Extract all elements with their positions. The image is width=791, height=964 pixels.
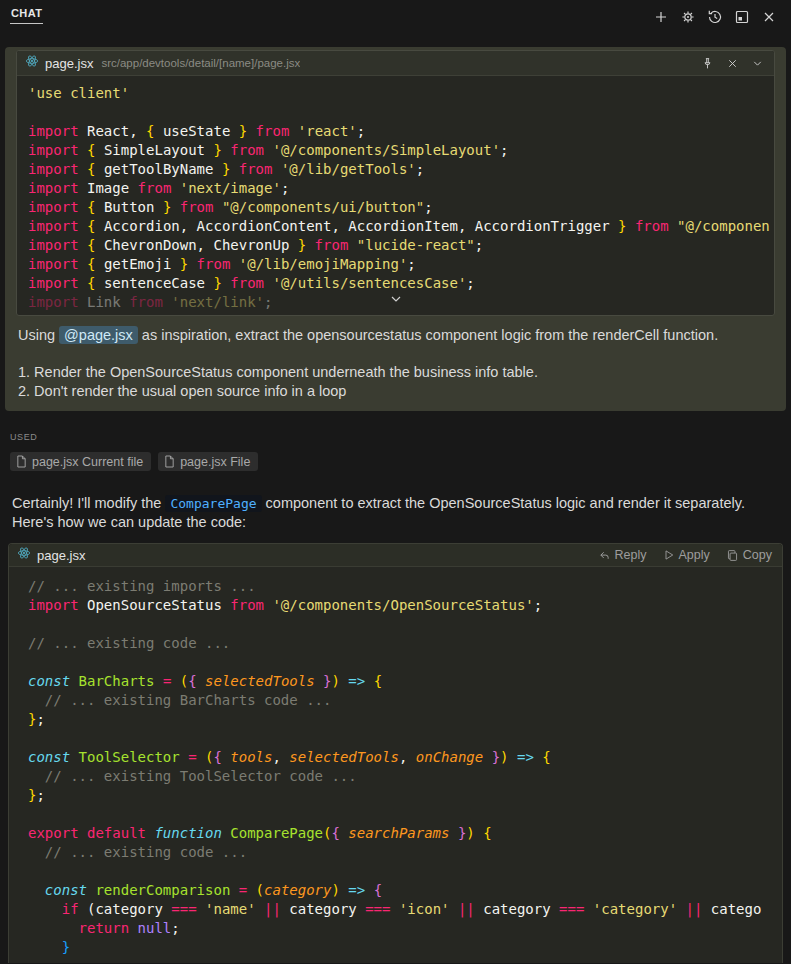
- code-line: import OpenSourceStatus from '@/componen…: [28, 596, 782, 615]
- gear-icon[interactable]: [679, 8, 696, 25]
- code-line: }: [28, 938, 782, 957]
- used-section: USED page.jsx Current file page.jsx File: [10, 432, 781, 471]
- code-chip[interactable]: ComparePage: [165, 495, 261, 512]
- list-item: 1. Render the OpenSourceStatus component…: [18, 363, 773, 382]
- close-icon[interactable]: [724, 55, 741, 72]
- panel-actions: [652, 0, 777, 25]
- user-message-list: 1. Render the OpenSourceStatus component…: [18, 363, 773, 401]
- code-line: // ... existing code ...: [28, 843, 782, 862]
- code-line: };: [28, 786, 782, 805]
- code-line: return null;: [28, 919, 782, 938]
- assistant-message-text: Certainly! I'll modify the ComparePage c…: [12, 494, 769, 532]
- code-line: // ... existing BarCharts code ...: [28, 691, 782, 710]
- chevron-down-icon[interactable]: [749, 55, 766, 72]
- code-line: [28, 729, 782, 748]
- react-icon: [25, 54, 39, 72]
- code-line: export default function ComparePage({ se…: [28, 824, 782, 843]
- pinned-file-code: 'use client' import React, { useState } …: [17, 76, 774, 315]
- code-line: [28, 615, 782, 634]
- pin-icon[interactable]: [699, 55, 716, 72]
- code-line: import React, { useState } from 'react';: [28, 122, 774, 141]
- code-line: import { SimpleLayout } from '@/componen…: [28, 141, 774, 160]
- react-icon: [17, 546, 31, 564]
- used-chip-file[interactable]: page.jsx File: [158, 452, 258, 471]
- code-line: [28, 862, 782, 881]
- text-segment: as inspiration, extract the opensourcest…: [138, 327, 718, 343]
- code-line: import { Button } from "@/components/ui/…: [28, 198, 774, 217]
- copy-button[interactable]: Copy: [726, 548, 772, 562]
- code-line: if (category === 'name' || category === …: [28, 900, 782, 919]
- file-icon: [164, 455, 175, 468]
- code-line: };: [28, 710, 782, 729]
- tab-chat[interactable]: CHAT: [10, 0, 43, 24]
- history-icon[interactable]: [706, 8, 723, 25]
- file-icon: [16, 455, 27, 468]
- code-line: const renderComparison = (category) => {: [28, 881, 782, 900]
- code-line: import Link from 'next/link';: [28, 293, 774, 312]
- pinned-file-header[interactable]: page.jsx src/app/devtools/detail/[name]/…: [17, 51, 774, 76]
- code-line: const BarCharts = ({ selectedTools }) =>…: [28, 672, 782, 691]
- apply-button[interactable]: Apply: [663, 548, 710, 562]
- pinned-file-name: page.jsx: [45, 56, 93, 71]
- code-line: import { getToolByName } from '@/lib/get…: [28, 160, 774, 179]
- plus-icon[interactable]: [652, 8, 669, 25]
- panel-header: CHAT: [0, 0, 791, 42]
- response-code-block: page.jsx Reply Apply Copy: [8, 543, 783, 963]
- response-code-body: // ... existing imports ...import OpenSo…: [9, 567, 782, 963]
- response-file-name: page.jsx: [37, 548, 85, 563]
- code-line: [28, 653, 782, 672]
- used-label: USED: [10, 432, 781, 442]
- code-line: import Image from 'next/image';: [28, 179, 774, 198]
- pinned-file-preview: page.jsx src/app/devtools/detail/[name]/…: [16, 50, 775, 316]
- text-segment: Certainly! I'll modify the: [12, 495, 165, 511]
- user-message: page.jsx src/app/devtools/detail/[name]/…: [5, 47, 786, 411]
- copy-icon: [726, 549, 739, 562]
- used-chip-current-file[interactable]: page.jsx Current file: [10, 452, 151, 471]
- code-line: // ... existing imports ...: [28, 577, 782, 596]
- list-item: 2. Don't render the usual open source in…: [18, 382, 773, 401]
- open-in-editor-icon[interactable]: [733, 8, 750, 25]
- code-line: // ... existing code ...: [28, 634, 782, 653]
- code-line: import { Accordion, AccordionContent, Ac…: [28, 217, 774, 236]
- user-message-text: Using @page.jsx as inspiration, extract …: [18, 326, 773, 345]
- code-line: // ... existing ToolSelector code ...: [28, 767, 782, 786]
- response-code-header: page.jsx Reply Apply Copy: [9, 544, 782, 567]
- code-line: 'use client': [28, 84, 774, 103]
- text-segment: Using: [18, 327, 59, 343]
- code-line: [28, 805, 782, 824]
- code-line: const ToolSelector = ({ tools, selectedT…: [28, 748, 782, 767]
- close-icon[interactable]: [760, 8, 777, 25]
- code-line: import { ChevronDown, ChevronUp } from "…: [28, 236, 774, 255]
- mention-chip[interactable]: @page.jsx: [59, 326, 138, 344]
- reply-button[interactable]: Reply: [598, 548, 647, 562]
- code-line: [28, 103, 774, 122]
- pinned-file-path: src/app/devtools/detail/[name]/page.jsx: [101, 57, 300, 69]
- apply-icon: [663, 549, 675, 561]
- code-line: import { getEmoji } from '@/lib/emojiMap…: [28, 255, 774, 274]
- reply-icon: [598, 549, 611, 562]
